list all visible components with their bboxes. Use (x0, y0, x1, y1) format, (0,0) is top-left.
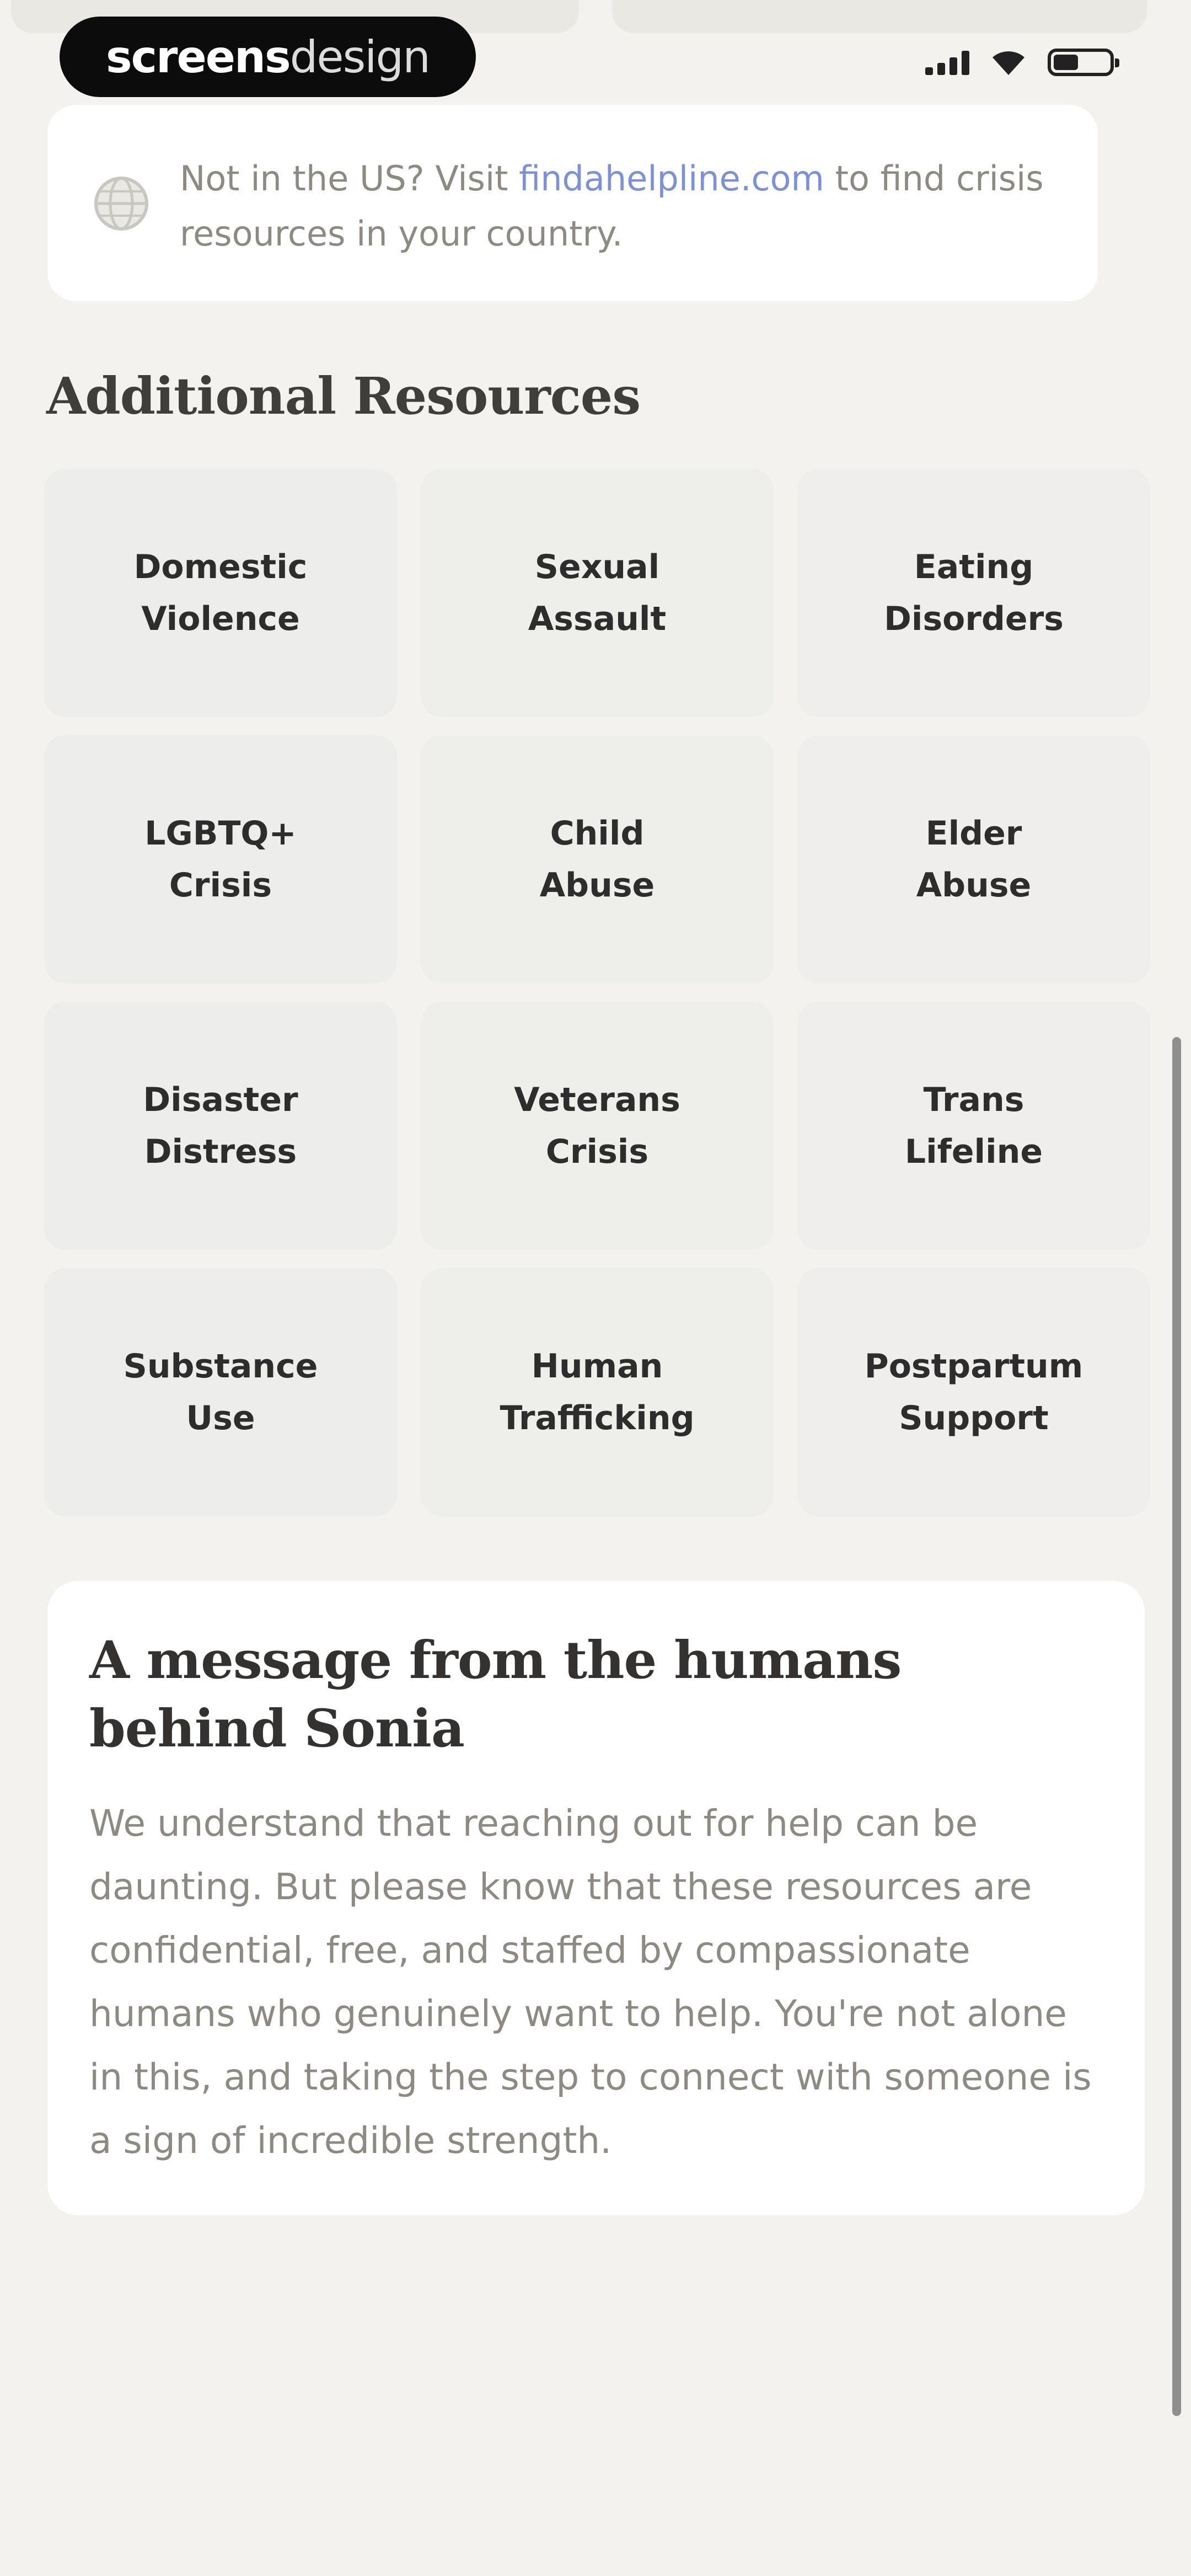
resource-substance-use[interactable]: Substance Use (44, 1268, 397, 1516)
international-info-card: Not in the US? Visit findahelpline.com t… (47, 105, 1098, 301)
info-prefix: Not in the US? Visit (180, 158, 519, 199)
resource-eating-disorders[interactable]: Eating Disorders (797, 469, 1150, 717)
message-title: A message from the humans behind Sonia (89, 1630, 902, 1759)
message-card: A message from the humans behind Sonia W… (47, 1581, 1145, 2215)
wifi-icon (990, 49, 1027, 76)
resource-sexual-assault[interactable]: Sexual Assault (421, 469, 774, 717)
scrollbar[interactable] (1172, 1037, 1181, 2416)
watermark-logo: screens design (60, 17, 476, 97)
resource-lgbtq-crisis[interactable]: LGBTQ+ Crisis (44, 735, 397, 984)
resource-disaster-distress[interactable]: Disaster Distress (44, 1002, 397, 1250)
battery-icon (1048, 49, 1119, 76)
screen: screens design Not in the US? Visit finda… (0, 0, 1191, 2576)
resource-child-abuse[interactable]: Child Abuse (421, 735, 774, 984)
helpline-link[interactable]: findahelpline.com (519, 158, 824, 199)
resource-postpartum-support[interactable]: Postpartum Support (797, 1268, 1150, 1516)
status-bar (925, 49, 1119, 76)
message-body: We understand that reaching out for help… (89, 1802, 1092, 2162)
info-text: Not in the US? Visit findahelpline.com t… (180, 151, 1062, 261)
resource-elder-abuse[interactable]: Elder Abuse (797, 735, 1150, 984)
resources-grid: Domestic Violence Sexual Assault Eating Dis… (44, 469, 1150, 1516)
cellular-signal-icon (925, 50, 969, 75)
partial-card-right[interactable] (612, 0, 1147, 33)
resource-trans-lifeline[interactable]: Trans Lifeline (797, 1002, 1150, 1250)
watermark-light: design (289, 31, 431, 83)
resource-veterans-crisis[interactable]: Veterans Crisis (421, 1002, 774, 1250)
globe-icon (94, 177, 148, 231)
resource-human-trafficking[interactable]: Human Trafficking (421, 1268, 774, 1516)
section-title: Additional Resources (46, 366, 641, 426)
resource-domestic-violence[interactable]: Domestic Violence (44, 469, 397, 717)
watermark-bold: screens (106, 31, 291, 83)
